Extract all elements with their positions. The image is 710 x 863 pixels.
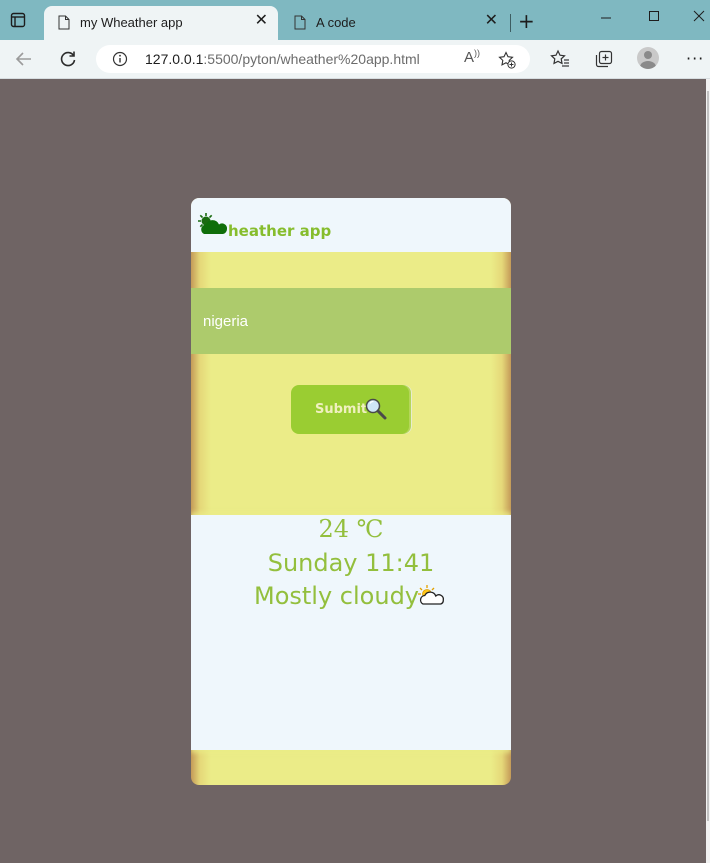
tab-title: A code (316, 15, 356, 30)
url-path: :5500/pyton/wheather%20app.html (203, 51, 420, 67)
scrollbar-thumb[interactable] (707, 91, 709, 821)
info-icon[interactable] (112, 51, 128, 71)
page-scrollbar[interactable] (706, 79, 710, 863)
maximize-icon[interactable] (648, 10, 660, 26)
app-title: heather app (228, 222, 332, 240)
more-icon[interactable]: ··· (686, 49, 704, 68)
back-icon[interactable] (14, 49, 34, 73)
plus-icon[interactable]: + (518, 11, 535, 31)
refresh-icon[interactable] (58, 49, 78, 73)
cloud-sun-icon (417, 584, 447, 612)
weather-logo-icon (197, 212, 231, 242)
url-text: 127.0.0.1:5500/pyton/wheather%20app.html (145, 51, 420, 67)
temperature: 24 ℃ (191, 515, 511, 543)
weather-app-card: heather app Submit 24 ℃ Sunday 11:41 Mos… (191, 198, 511, 785)
page-icon (294, 15, 306, 33)
tab-separator (510, 14, 511, 32)
minimize-icon[interactable] (600, 10, 612, 26)
weather-result-panel: 24 ℃ Sunday 11:41 Mostly cloudy (191, 515, 511, 750)
temperature-unit: ℃ (356, 515, 384, 543)
submit-button[interactable]: Submit (291, 385, 409, 434)
profile-avatar[interactable] (637, 47, 659, 69)
close-icon[interactable]: ✕ (485, 13, 498, 29)
browser-toolbar: 127.0.0.1:5500/pyton/wheather%20app.html… (0, 40, 710, 79)
address-bar[interactable]: 127.0.0.1:5500/pyton/wheather%20app.html… (96, 45, 530, 73)
close-icon[interactable]: ✕ (255, 13, 268, 29)
add-favorite-icon[interactable] (498, 51, 516, 73)
city-search-input[interactable] (191, 288, 511, 354)
browser-tab-bar: my Wheather app ✕ A code ✕ + (0, 0, 710, 40)
page-icon (58, 15, 70, 33)
window-close-icon[interactable] (693, 10, 705, 26)
collections-icon[interactable] (594, 49, 614, 73)
weather-condition: Mostly cloudy (254, 582, 419, 610)
submit-label: Submit (315, 402, 368, 417)
temperature-value: 24 (318, 515, 350, 543)
tab-actions-icon[interactable] (10, 12, 26, 28)
magnifier-icon (364, 397, 388, 424)
favorites-icon[interactable] (550, 49, 570, 73)
url-host: 127.0.0.1 (145, 51, 204, 67)
tab-title: my Wheather app (80, 15, 183, 30)
day-time: Sunday 11:41 (267, 549, 435, 577)
tab-my-wheather-app[interactable]: my Wheather app ✕ (44, 6, 278, 40)
read-aloud-icon[interactable]: A)) (464, 48, 480, 66)
tab-a-code[interactable]: A code ✕ (280, 6, 508, 40)
app-header: heather app (191, 198, 511, 252)
